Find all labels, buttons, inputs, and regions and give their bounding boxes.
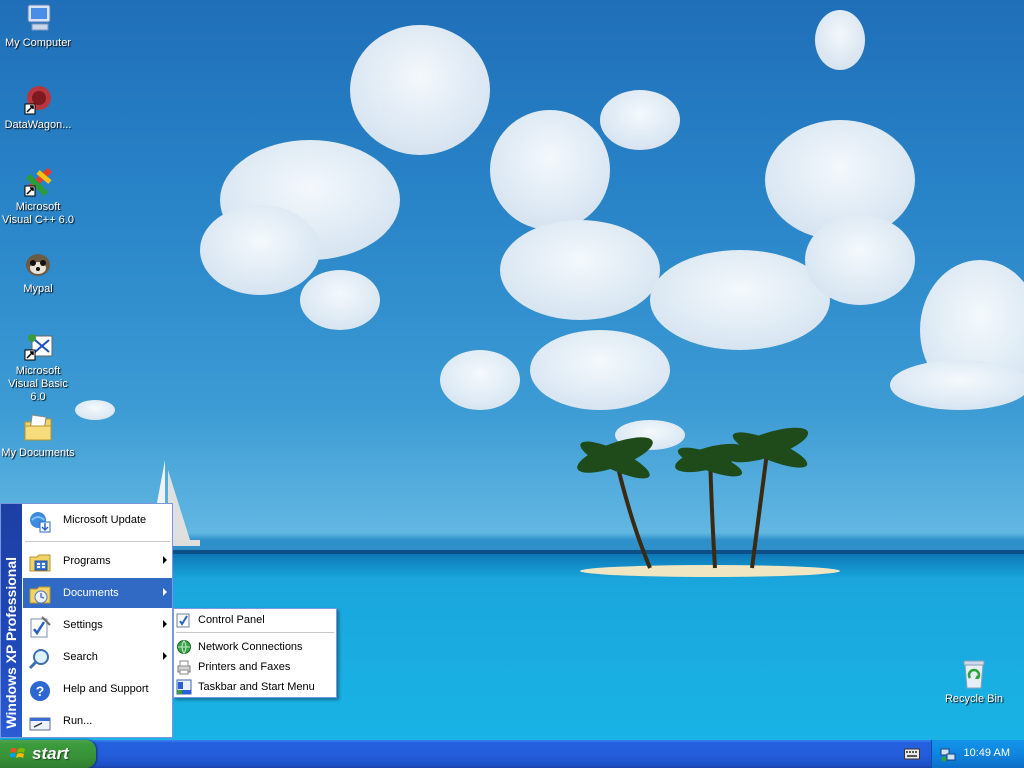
desktop-icon-recycle-bin[interactable]: Recycle Bin: [936, 658, 1012, 706]
submenu-item-taskbar-start-menu[interactable]: Taskbar and Start Menu: [174, 677, 336, 697]
submenu-item-control-panel[interactable]: Control Panel: [174, 610, 336, 630]
submenu-arrow-icon: [163, 652, 167, 660]
visual-basic-icon: [22, 330, 54, 362]
submenu-item-label: Control Panel: [198, 614, 265, 626]
settings-icon: [28, 615, 51, 638]
submenu-item-network-connections[interactable]: Network Connections: [174, 637, 336, 657]
desktop-icon-visual-basic[interactable]: Microsoft Visual Basic 6.0: [0, 330, 76, 404]
taskbar-start-menu-icon: [176, 679, 192, 695]
desktop-icon-datawagon[interactable]: DataWagon...: [0, 84, 76, 132]
network-status-icon[interactable]: [940, 746, 956, 762]
run-icon: [28, 711, 51, 733]
start-menu-item-label: Run...: [63, 715, 93, 727]
network-connections-icon: [176, 639, 192, 655]
submenu-arrow-icon: [163, 620, 167, 628]
taskbar: start 10:49 AM: [0, 740, 1024, 768]
submenu-item-label: Printers and Faxes: [198, 661, 291, 673]
start-menu-item-label: Documents: [63, 587, 119, 599]
search-icon: [28, 647, 50, 670]
start-menu-item-settings[interactable]: Settings: [23, 610, 172, 640]
start-menu-item-documents[interactable]: Documents: [23, 578, 172, 608]
submenu-item-label: Taskbar and Start Menu: [198, 681, 315, 693]
desktop-icon-label: Mypal: [23, 283, 53, 295]
datawagon-icon: [22, 84, 54, 116]
submenu-arrow-icon: [163, 588, 167, 596]
my-documents-icon: [22, 412, 54, 444]
printers-faxes-icon: [176, 659, 192, 675]
start-menu-item-help[interactable]: ? Help and Support: [23, 674, 172, 704]
visual-cpp-icon: [22, 166, 54, 198]
clock[interactable]: 10:49 AM: [964, 747, 1010, 759]
submenu-item-label: Network Connections: [198, 641, 303, 653]
microsoft-update-icon: [28, 510, 51, 533]
desktop-icon-label: My Documents: [1, 447, 75, 459]
start-menu-item-label: Programs: [63, 555, 111, 567]
start-menu-item-label: Settings: [63, 619, 103, 631]
start-menu-item-programs[interactable]: Programs: [23, 546, 172, 576]
programs-icon: [28, 551, 51, 573]
start-menu-side-banner: Windows XP Professional: [1, 504, 22, 737]
desktop-icon-label: DataWagon...: [4, 119, 72, 131]
start-menu-item-search[interactable]: Search: [23, 642, 172, 672]
desktop-icon-my-documents[interactable]: My Documents: [0, 412, 76, 460]
start-menu-separator: [25, 541, 170, 542]
submenu-separator: [176, 632, 334, 633]
documents-icon: [28, 583, 51, 605]
start-menu-item-microsoft-update[interactable]: Microsoft Update: [23, 505, 172, 535]
desktop-icon-label: Recycle Bin: [944, 693, 1004, 705]
svg-text:?: ?: [36, 683, 45, 699]
start-menu-item-label: Help and Support: [63, 683, 149, 695]
settings-submenu: Control Panel Network Connections Printe…: [173, 608, 337, 698]
control-panel-icon: [176, 612, 192, 628]
desktop-icon-label: My Computer: [4, 37, 72, 49]
start-menu-item-label: Microsoft Update: [63, 514, 147, 526]
desktop-icon-visual-cpp[interactable]: Microsoft Visual C++ 6.0: [0, 166, 76, 227]
desktop-icon-my-computer[interactable]: My Computer: [0, 2, 76, 50]
system-tray: 10:49 AM: [931, 740, 1024, 768]
help-icon: ?: [28, 679, 50, 701]
start-button[interactable]: start: [0, 740, 96, 768]
start-menu-side-text: Windows XP Professional: [3, 557, 19, 729]
desktop-icon-label: Microsoft Visual Basic 6.0: [8, 365, 68, 403]
submenu-arrow-icon: [163, 556, 167, 564]
start-menu: Windows XP Professional Microsoft Update…: [0, 503, 173, 738]
start-button-label: start: [32, 744, 69, 763]
submenu-item-printers-faxes[interactable]: Printers and Faxes: [174, 657, 336, 677]
mypal-icon: [22, 248, 54, 280]
windows-logo-icon: [10, 748, 25, 758]
desktop-icon-label: Microsoft Visual C++ 6.0: [2, 201, 74, 226]
start-menu-item-label: Search: [63, 651, 98, 663]
start-menu-item-run[interactable]: Run...: [23, 706, 172, 736]
my-computer-icon: [22, 2, 54, 34]
desktop-icon-mypal[interactable]: Mypal: [0, 248, 76, 296]
keyboard-icon[interactable]: [904, 748, 920, 760]
recycle-bin-icon: [958, 658, 990, 690]
